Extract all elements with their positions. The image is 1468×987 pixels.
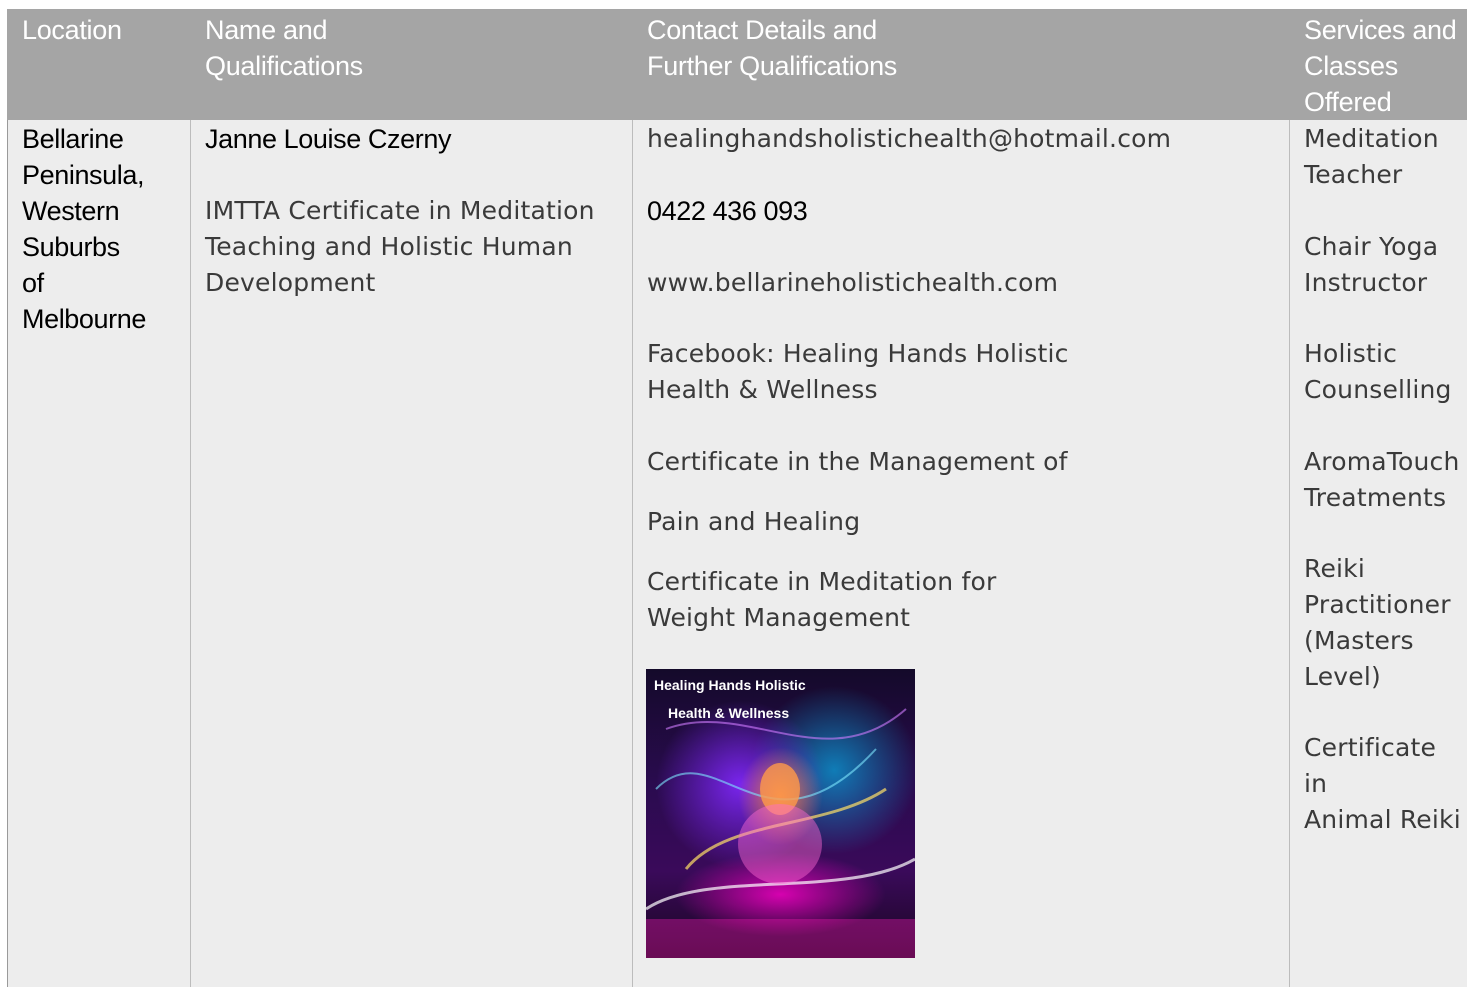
cert-meditation: Certificate in Meditation for Weight Man… xyxy=(647,567,997,632)
practitioner-name: Janne Louise Czerny xyxy=(205,124,452,154)
header-location: Location xyxy=(22,15,122,45)
practitioner-table: Location Name and Qualifications Contact… xyxy=(7,9,1467,987)
service-item: Reiki Practitioner (Masters Level) xyxy=(1304,554,1451,691)
qualification-text: IMTTA Certificate in Meditation Teaching… xyxy=(205,196,595,297)
service-item: Chair Yoga Instructor xyxy=(1304,232,1439,297)
header-contact: Contact Details and Further Qualificatio… xyxy=(647,15,898,81)
service-item: Meditation Teacher xyxy=(1304,124,1439,189)
column-divider xyxy=(632,120,633,987)
cert-pain-line1: Certificate in the Management of xyxy=(647,447,1068,476)
email-link[interactable]: healinghandsholistichealth@hotmail.com xyxy=(647,121,1171,157)
facebook-text: Facebook: Healing Hands Holistic Health … xyxy=(647,339,1069,404)
location-cell: Bellarine Peninsula, Western Suburbs of … xyxy=(22,124,146,334)
service-item: AromaTouch Treatments xyxy=(1304,447,1460,512)
image-caption-line1: Healing Hands Holistic xyxy=(654,677,806,693)
column-divider xyxy=(190,120,191,987)
column-divider xyxy=(1289,120,1290,987)
cert-pain-line2: Pain and Healing xyxy=(647,507,861,536)
website-link[interactable]: www.bellarineholistichealth.com xyxy=(647,265,1058,301)
table-border-left xyxy=(7,120,8,987)
phone-number[interactable]: 0422 436 093 xyxy=(647,193,808,229)
service-item: Holistic Counselling xyxy=(1304,339,1452,404)
service-item: Certificate in Animal Reiki xyxy=(1304,733,1461,834)
header-name: Name and Qualifications xyxy=(205,15,363,81)
healing-hands-image: Healing Hands Holistic Health & Wellness xyxy=(646,669,915,958)
header-services: Services and Classes Offered xyxy=(1304,15,1457,117)
image-caption-line2: Health & Wellness xyxy=(668,705,790,721)
table-header: Location Name and Qualifications Contact… xyxy=(7,9,1467,120)
